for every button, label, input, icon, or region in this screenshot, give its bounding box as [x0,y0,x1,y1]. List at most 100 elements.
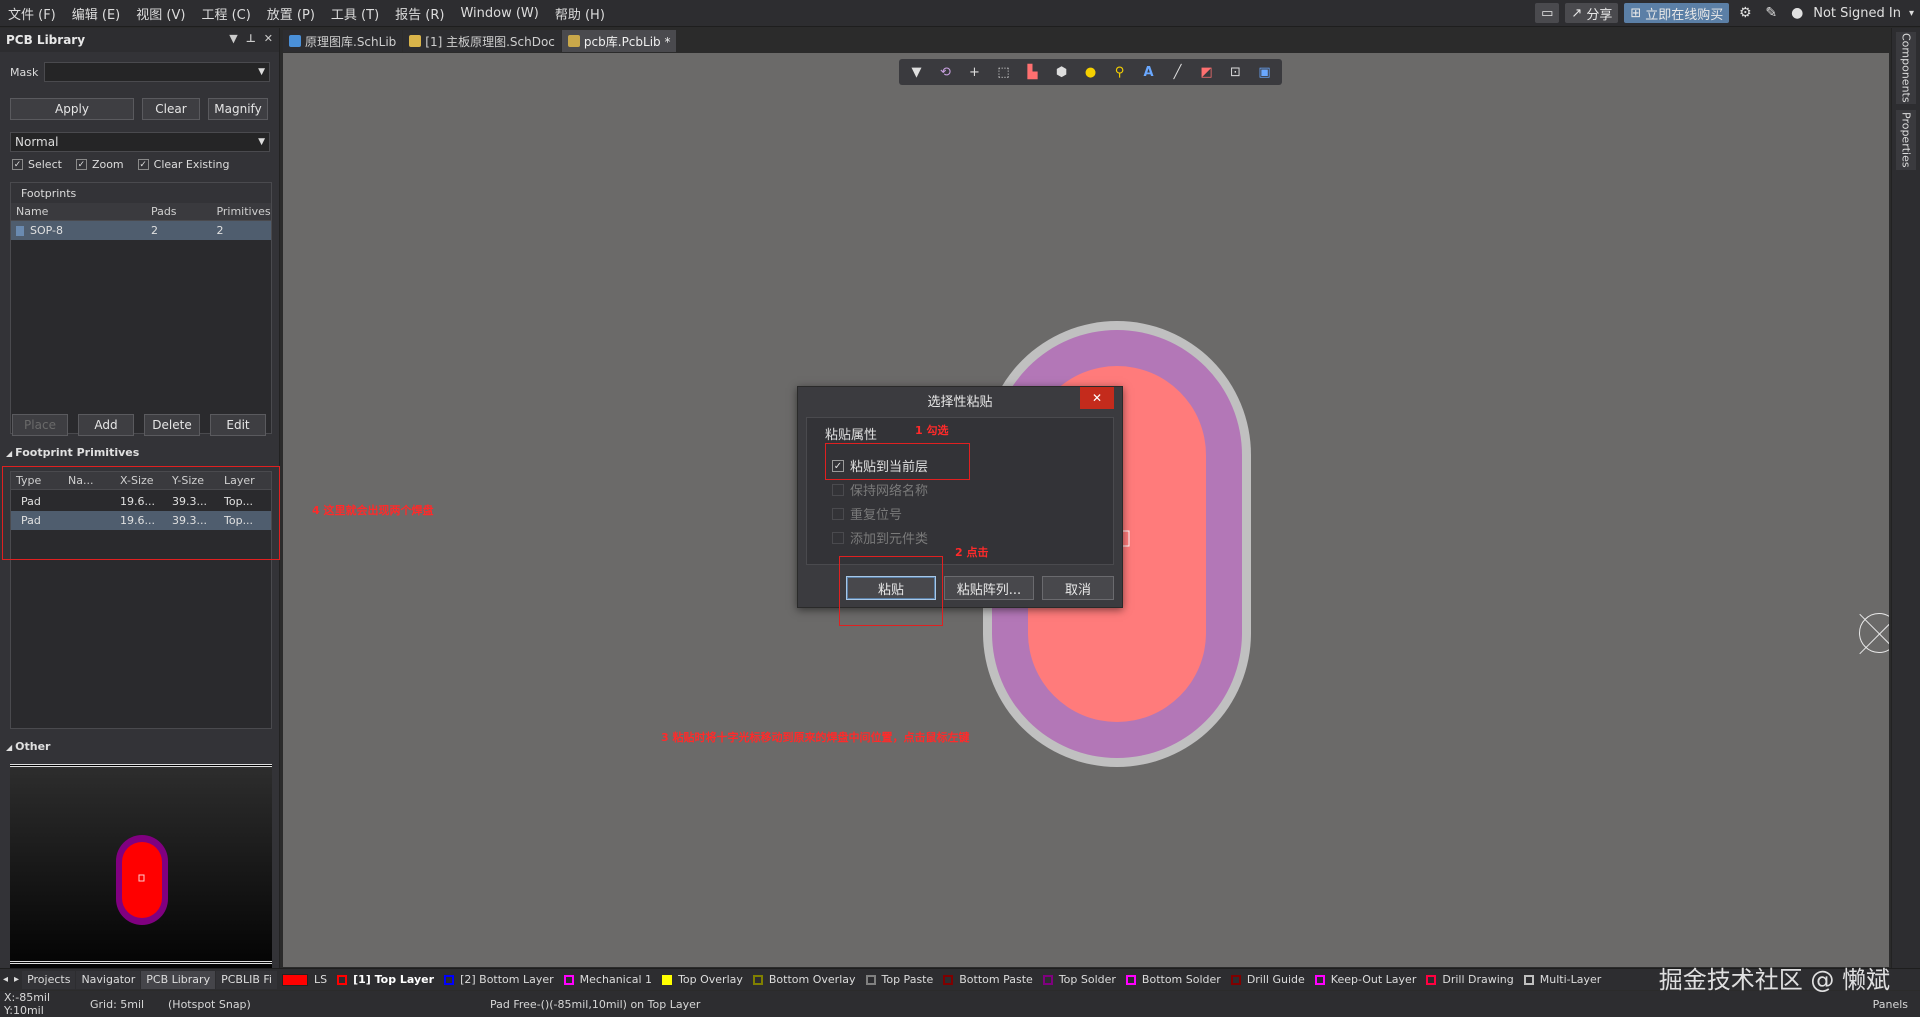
tab-schdoc[interactable]: [1] 主板原理图.SchDoc [403,30,561,52]
clear-existing-checkbox[interactable]: ✓ Clear Existing [137,158,230,171]
place-button[interactable]: Place [12,414,68,436]
layer-label: Keep-Out Layer [1330,973,1417,986]
clear-button[interactable]: Clear [142,98,200,120]
panels-button[interactable]: Panels [1873,998,1908,1011]
chevron-down-icon[interactable]: ▾ [1909,8,1914,19]
menu-reports[interactable]: 报告 (R) [387,4,452,23]
keep-net-name-checkbox[interactable]: 保持网络名称 [832,480,928,499]
annotation-step4: 4 这里就会出现两个焊盘 [312,504,434,517]
tab-pcblib-filter[interactable]: PCBLIB Fi [216,970,277,989]
share-button[interactable]: ↗ 分享 [1565,3,1619,23]
apply-button[interactable]: Apply [10,98,134,120]
properties-panel-tab[interactable]: Properties [1896,110,1916,170]
layer-tab[interactable]: [1] Top Layer [337,973,434,986]
menu-edit[interactable]: 编辑 (E) [64,4,129,23]
col-primitives[interactable]: Primitives [211,205,271,218]
layer-color-swatch [1125,974,1136,985]
menu-view[interactable]: 视图 (V) [128,4,193,23]
primitives-label: Footprint Primitives [15,446,140,459]
menu-window[interactable]: Window (W) [452,6,546,21]
magnify-button[interactable]: Magnify [208,98,268,120]
footprints-header: Name Pads Primitives [11,203,271,221]
layer-label: LS [313,973,328,986]
user-status[interactable]: Not Signed In [1813,6,1901,21]
layer-label: Bottom Solder [1141,973,1221,986]
add-to-component-class-checkbox[interactable]: 添加到元件类 [832,528,928,547]
layer-tab[interactable]: Mechanical 1 [563,973,652,986]
primitives-section-header[interactable]: ◢ Footprint Primitives [6,446,139,459]
layer-tab[interactable]: Drill Drawing [1426,973,1514,986]
layer-tab[interactable]: Top Overlay [662,973,743,986]
pcblib-icon [567,35,580,47]
scroll-right-icon[interactable]: ▸ [11,974,22,985]
tab-pcblib[interactable]: pcb库.PcbLib * [561,30,677,52]
close-button[interactable]: ✕ [1080,387,1114,409]
table-row[interactable]: SOP-8 2 2 [11,221,271,240]
layer-color-swatch [943,974,954,985]
notification-icon[interactable]: ✎ [1761,3,1781,23]
tab-navigator[interactable]: Navigator [76,970,141,989]
option-label: 重复位号 [850,508,903,523]
layer-tab[interactable]: Bottom Paste [943,973,1033,986]
layer-tab[interactable]: Drill Guide [1230,973,1305,986]
gear-icon[interactable]: ⚙ [1735,3,1755,23]
snap-mode: (Hotspot Snap) [168,997,251,1011]
mode-select[interactable]: Normal ▼ [10,132,270,152]
tab-schlib[interactable]: 原理图库.SchLib [283,30,403,52]
layer-color-swatch [1042,974,1053,985]
menu-tools[interactable]: 工具 (T) [323,4,387,23]
layer-color-swatch [563,974,574,985]
add-button[interactable]: Add [78,414,134,436]
cancel-button[interactable]: 取消 [1042,576,1114,600]
close-icon[interactable]: ✕ [264,32,273,45]
buy-online-button[interactable]: ⊞ 立即在线购买 [1624,3,1730,23]
menu-project[interactable]: 工程 (C) [193,4,258,23]
schdoc-icon [409,35,422,47]
grid-size: Grid: 5mil [90,997,145,1011]
layer-label: Bottom Overlay [768,973,856,986]
chevron-down-icon[interactable]: ▼ [229,32,237,45]
col-name[interactable]: Name [11,205,146,218]
layer-color-swatch [662,974,673,985]
layer-tab[interactable]: Top Solder [1042,973,1116,986]
share-label: 分享 [1586,7,1613,23]
menu-file[interactable]: 文件 (F) [0,4,64,23]
other-label: Other [15,740,51,753]
check-icon: ✓ [75,159,87,170]
layer-tab[interactable]: LS [281,973,328,986]
scroll-left-icon[interactable]: ◂ [0,974,11,985]
tab-pcb-library[interactable]: PCB Library [141,970,216,989]
check-icon: ✓ [12,159,23,170]
user-icon[interactable]: ● [1787,3,1807,23]
zoom-checkbox[interactable]: ✓ Zoom [75,158,124,171]
annotation-step3: 3 粘贴时将十字光标移动到原来的焊盘中间位置，点击鼠标左键 [661,731,970,744]
layer-label: Drill Drawing [1442,973,1514,986]
delete-button[interactable]: Delete [144,414,200,436]
dialog-title: 选择性粘贴 [927,394,993,410]
layer-tab[interactable]: [2] Bottom Layer [444,973,554,986]
pin-icon[interactable]: ⊥ [246,32,256,45]
object-info: Pad Free-()(-85mil,10mil) on Top Layer [490,997,701,1011]
menu-place[interactable]: 放置 (P) [259,4,323,23]
duplicate-designator-checkbox[interactable]: 重复位号 [832,504,902,523]
mask-label: Mask [10,65,39,79]
collapse-icon: ◢ [6,449,13,458]
layer-tab[interactable]: Keep-Out Layer [1314,973,1417,986]
layer-color-swatch [1314,974,1325,985]
col-pads[interactable]: Pads [146,205,212,218]
close-icon: ✕ [1091,391,1103,405]
paste-array-button[interactable]: 粘贴阵列... [944,576,1034,600]
layer-tab[interactable]: Multi-Layer [1523,973,1601,986]
select-checkbox[interactable]: ✓ Select [12,158,62,171]
other-section-header[interactable]: ◢ Other [6,740,50,753]
layer-tab[interactable]: Bottom Overlay [752,973,856,986]
comment-button[interactable]: ▭ [1535,3,1560,23]
menu-help[interactable]: 帮助 (H) [547,4,613,23]
layer-tab[interactable]: Top Paste [865,973,933,986]
mask-input[interactable]: ▼ [44,62,270,82]
layer-tab[interactable]: Bottom Solder [1125,973,1221,986]
tab-projects[interactable]: Projects [22,970,76,989]
components-panel-tab[interactable]: Components [1896,32,1916,104]
edit-button[interactable]: Edit [210,414,266,436]
buy-label: 立即在线购买 [1645,7,1724,23]
